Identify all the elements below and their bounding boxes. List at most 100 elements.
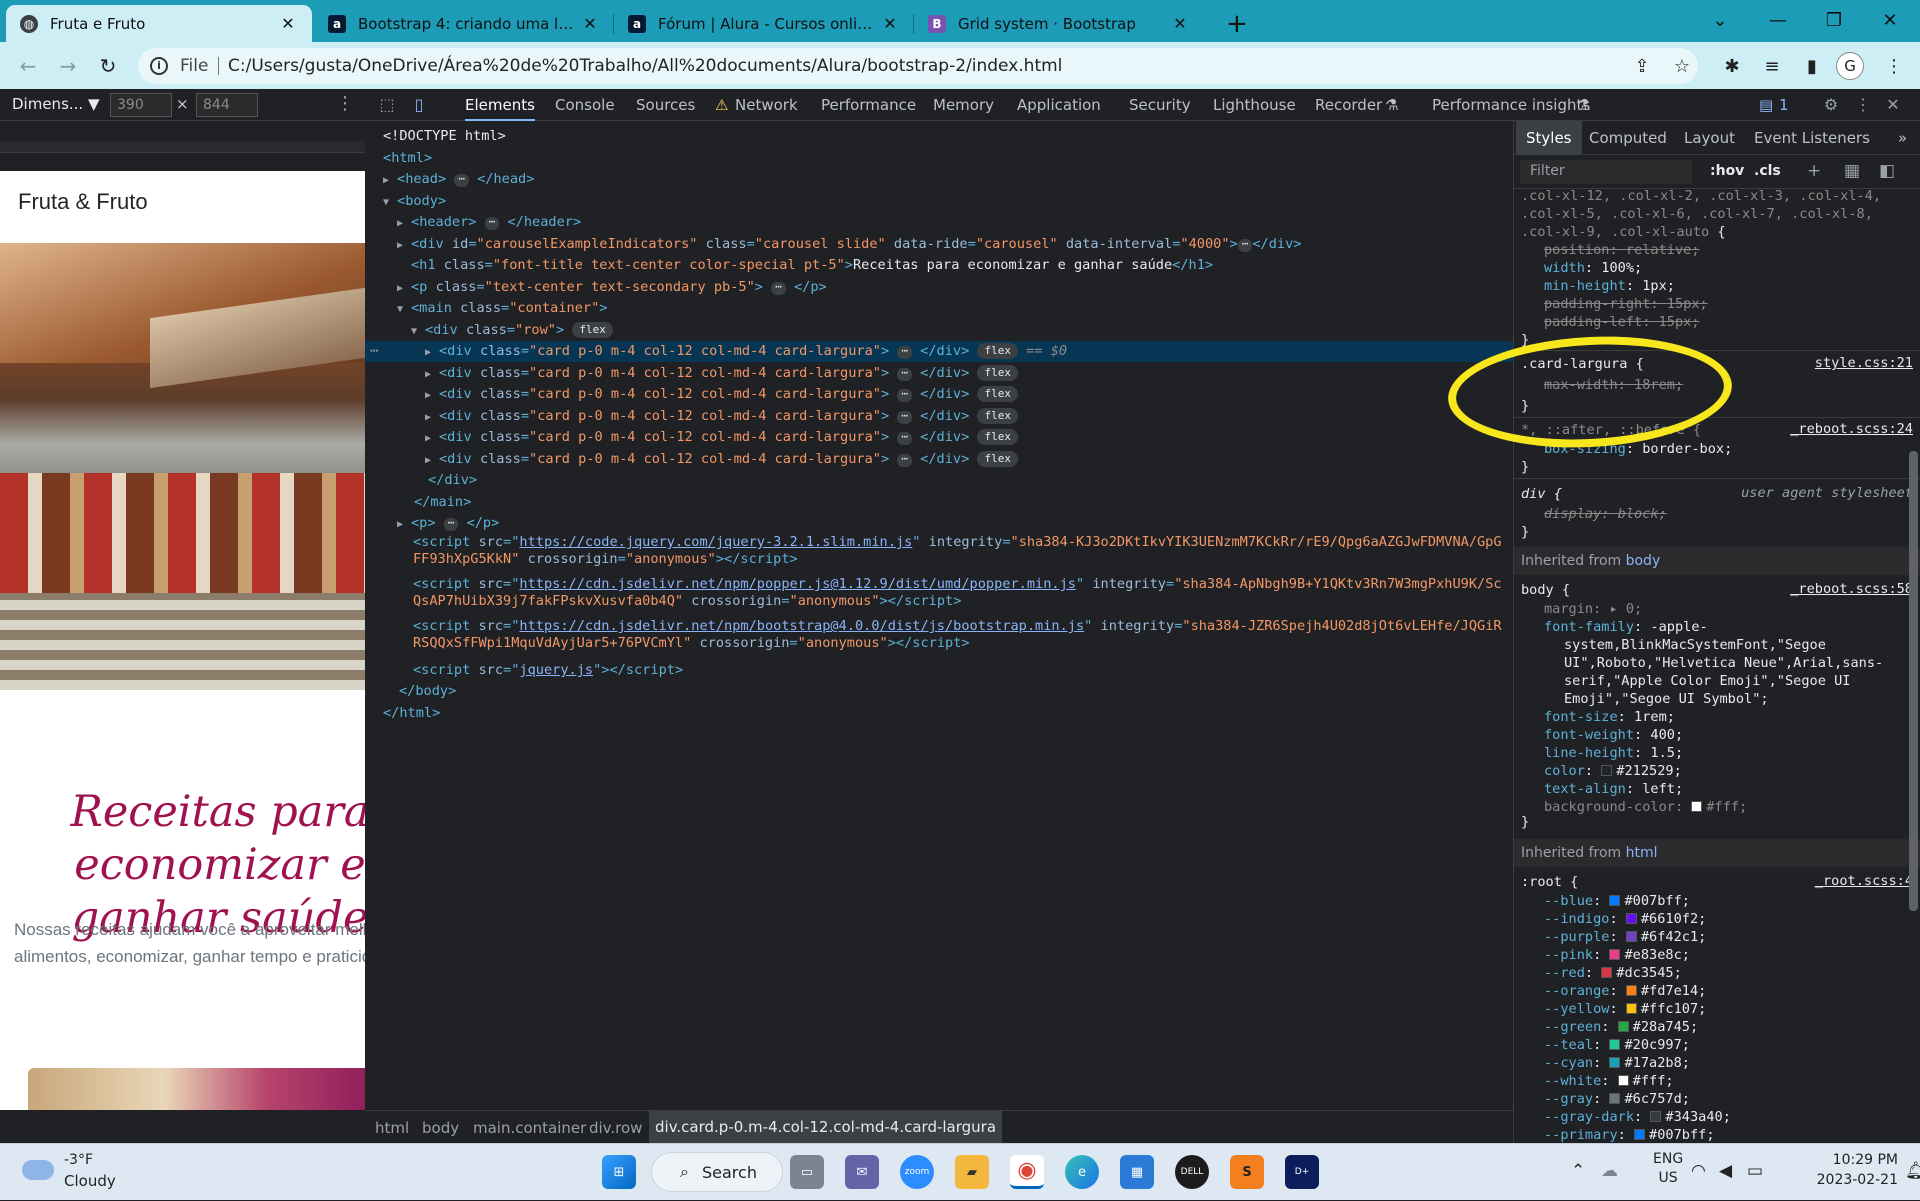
style-prop-min-height[interactable]: min-height: 1px;: [1544, 277, 1675, 295]
tab-fruta-e-fruto[interactable]: ◍ Fruta e Fruto ✕: [6, 5, 312, 42]
task-view-icon[interactable]: ▭: [790, 1155, 824, 1189]
clock[interactable]: 10:29 PM 2023-02-21: [1808, 1150, 1898, 1190]
issues-icon[interactable]: ▤: [1759, 89, 1773, 121]
color-swatch[interactable]: [1617, 1021, 1629, 1032]
device-toggle-icon[interactable]: ▯: [409, 95, 429, 115]
windows-start-icon[interactable]: ⊞: [602, 1155, 636, 1189]
dom-node-header[interactable]: ▶ <header> ⋯ </header>: [397, 212, 581, 233]
style-prop-background-color[interactable]: background-color: #fff;: [1544, 798, 1747, 816]
forward-arrow-icon[interactable]: →: [54, 52, 82, 80]
css-var-pink[interactable]: --pink: #e83e8c;: [1544, 946, 1690, 964]
taskbar-search[interactable]: ⌕ Search: [651, 1152, 783, 1192]
tab-layout[interactable]: Layout: [1684, 121, 1735, 155]
url-text[interactable]: C:/Users/gusta/OneDrive/Área%20de%20Trab…: [228, 56, 1062, 76]
dom-node-carousel[interactable]: ▶ <div id="carouselExampleIndicators" cla…: [397, 234, 1301, 255]
dom-node-row[interactable]: ▼ <div class="row"> flex: [411, 320, 613, 341]
carousel-indicator-active[interactable]: [182, 708, 212, 711]
chat-icon[interactable]: ✉: [845, 1155, 879, 1189]
dom-node-row-close[interactable]: </div>: [428, 470, 477, 491]
settings-gear-icon[interactable]: ⚙: [1821, 95, 1841, 115]
color-swatch[interactable]: [1617, 1075, 1629, 1086]
browser-menu-icon[interactable]: ⋮: [1880, 52, 1908, 80]
dom-node-main-close[interactable]: </main>: [414, 492, 471, 513]
cls-toggle[interactable]: .cls: [1754, 163, 1781, 179]
file-explorer-icon[interactable]: ▰: [955, 1155, 989, 1189]
tab-search-icon[interactable]: ⌄: [1692, 0, 1748, 40]
tab-memory[interactable]: Memory: [933, 89, 994, 121]
style-prop-font-family[interactable]: font-family: -apple-: [1544, 618, 1708, 636]
close-devtools-icon[interactable]: ✕: [1883, 95, 1903, 115]
tab-performance-insights[interactable]: Performance insights: [1432, 89, 1590, 121]
crumb-row[interactable]: div.row: [589, 1119, 642, 1137]
dom-node-script-bootstrap[interactable]: <script src="https://cdn.jsdelivr.net/np…: [413, 618, 1507, 660]
tab-console[interactable]: Console: [555, 89, 615, 121]
crumb-body[interactable]: body: [422, 1119, 459, 1137]
dom-node-main[interactable]: ▼ <main class="container">: [397, 298, 607, 319]
close-tab-icon[interactable]: ✕: [880, 14, 900, 33]
style-prop-padding-right[interactable]: padding-right: 15px;: [1544, 295, 1708, 313]
rule-selector-div[interactable]: div {: [1521, 485, 1562, 503]
style-prop-text-align[interactable]: text-align: left;: [1544, 780, 1683, 798]
style-prop-display[interactable]: display: block;: [1544, 505, 1667, 523]
style-prop-font-family-cont[interactable]: UI",Roboto,"Helvetica Neue",Arial,sans-: [1564, 654, 1883, 672]
css-var-gray[interactable]: --gray: #6c757d;: [1544, 1090, 1690, 1108]
style-prop-line-height[interactable]: line-height: 1.5;: [1544, 744, 1683, 762]
store-icon[interactable]: ▦: [1120, 1155, 1154, 1189]
tab-grid-system[interactable]: B Grid system · Bootstrap ✕: [914, 5, 1204, 42]
css-var-purple[interactable]: --purple: #6f42c1;: [1544, 928, 1706, 946]
dom-node-script-jquery[interactable]: <script src="https://code.jquery.com/jqu…: [413, 534, 1507, 576]
navbar-brand[interactable]: Fruta & Fruto: [18, 189, 148, 215]
rule-selector-root[interactable]: :root {: [1521, 873, 1578, 891]
dom-node-h1[interactable]: <h1 class="font-title text-center color-…: [411, 255, 1213, 276]
style-prop-width[interactable]: width: 100%;: [1544, 259, 1642, 277]
tab-recorder[interactable]: Recorder: [1315, 89, 1382, 121]
profile-avatar[interactable]: G: [1836, 52, 1864, 80]
more-tabs-icon[interactable]: »: [1898, 121, 1907, 155]
styles-scrollbar[interactable]: [1909, 451, 1918, 911]
devtools-menu-icon[interactable]: ⋮: [1853, 95, 1873, 115]
style-prop-font-size[interactable]: font-size: 1rem;: [1544, 708, 1675, 726]
dom-node-html-close[interactable]: </html>: [383, 703, 440, 724]
tab-security[interactable]: Security: [1129, 89, 1191, 121]
notification-bell-icon[interactable]: 🔔︎: [1905, 1161, 1920, 1181]
style-prop-font-weight[interactable]: font-weight: 400;: [1544, 726, 1683, 744]
tab-computed[interactable]: Computed: [1589, 121, 1667, 155]
style-prop-margin[interactable]: margin: ▸ 0;: [1544, 600, 1642, 618]
tab-sources[interactable]: Sources: [636, 89, 695, 121]
battery-icon[interactable]: ▭: [1747, 1161, 1763, 1181]
dom-node-head[interactable]: ▶ <head> ⋯ </head>: [383, 169, 534, 190]
sublime-text-icon[interactable]: S: [1230, 1155, 1264, 1189]
paint-icon[interactable]: ▦: [1844, 161, 1860, 181]
style-prop-padding-left[interactable]: padding-left: 15px;: [1544, 313, 1700, 331]
address-bar[interactable]: i File C:/Users/gusta/OneDrive/Área%20de…: [138, 48, 1698, 84]
chrome-icon[interactable]: ◉: [1010, 1155, 1044, 1189]
style-prop-font-family-cont[interactable]: system,BlinkMacSystemFont,"Segoe: [1564, 636, 1826, 654]
dom-node-card[interactable]: ▶ <div class="card p-0 m-4 col-12 col-md-…: [425, 363, 1018, 384]
new-rule-icon[interactable]: +: [1807, 161, 1821, 181]
side-panel-icon[interactable]: ▮: [1798, 52, 1826, 80]
restore-icon[interactable]: ❐: [1806, 0, 1862, 40]
crumb-html[interactable]: html: [375, 1119, 409, 1137]
dom-node-html[interactable]: <html>: [383, 148, 432, 169]
disney-plus-icon[interactable]: D+: [1285, 1155, 1319, 1189]
issues-count[interactable]: 1: [1779, 89, 1789, 121]
css-var-primary[interactable]: --primary: #007bff;: [1544, 1126, 1715, 1143]
dom-node-script-local[interactable]: <script src="jquery.js"></script>: [413, 660, 683, 681]
css-var-red[interactable]: --red: #dc3545;: [1544, 964, 1682, 982]
color-swatch[interactable]: [1601, 967, 1613, 978]
dom-node-p[interactable]: ▶ <p> ⋯ </p>: [397, 513, 499, 534]
back-arrow-icon[interactable]: ←: [14, 52, 42, 80]
device-width-input[interactable]: 390: [110, 93, 172, 117]
color-swatch[interactable]: [1601, 765, 1613, 776]
site-info-icon[interactable]: i: [150, 57, 168, 75]
carousel-indicator[interactable]: [216, 708, 246, 711]
language-indicator[interactable]: ENG US: [1653, 1150, 1683, 1188]
close-window-icon[interactable]: ✕: [1862, 0, 1918, 40]
elements-panel[interactable]: <!DOCTYPE html> <html> ▶ <head> ⋯ </head>…: [365, 121, 1513, 1110]
style-prop-font-family-cont[interactable]: serif,"Apple Color Emoji","Segoe UI: [1564, 672, 1850, 690]
tab-performance[interactable]: Performance: [821, 89, 916, 121]
dom-node-p-lead[interactable]: ▶ <p class="text-center text-secondary pb…: [397, 277, 827, 298]
dom-node-card[interactable]: ▶ <div class="card p-0 m-4 col-12 col-md-…: [425, 384, 1018, 405]
extensions-icon[interactable]: ✱: [1718, 52, 1746, 80]
tab-elements[interactable]: Elements: [465, 89, 535, 121]
